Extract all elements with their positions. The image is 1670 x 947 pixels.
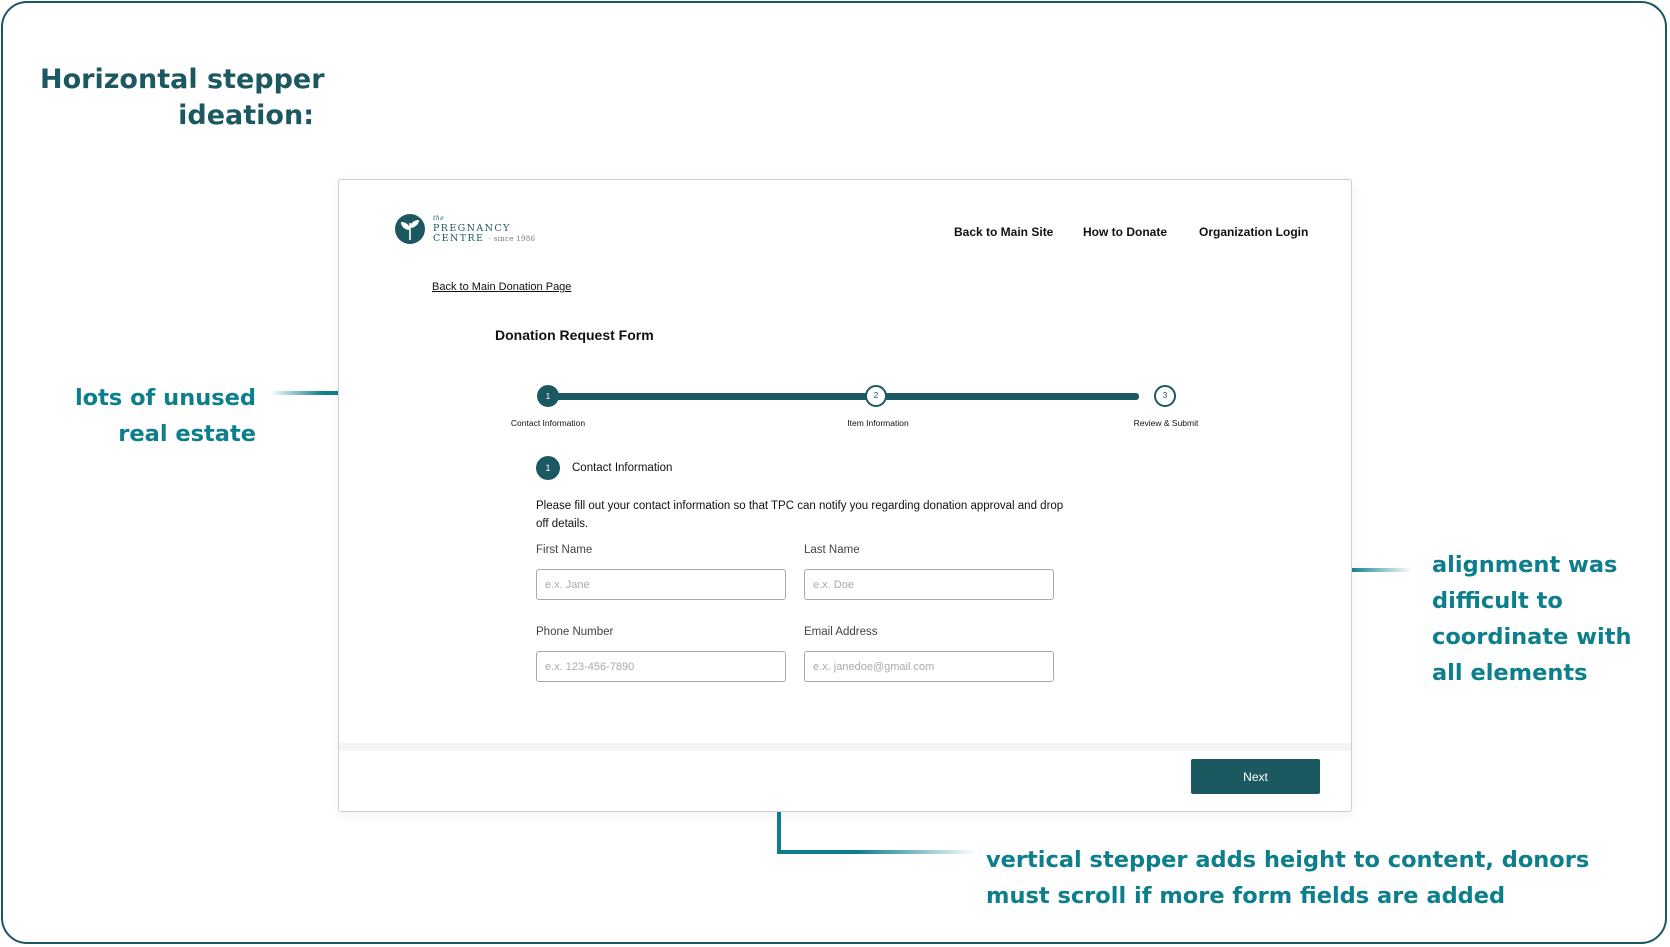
annotation-line: lots of unused xyxy=(74,385,256,411)
slide-title: Horizontal stepper ideation: xyxy=(40,62,325,134)
footer-divider xyxy=(339,743,1351,751)
step-2-indicator[interactable]: 2 xyxy=(865,385,887,407)
phone-number-label: Phone Number xyxy=(536,626,614,638)
annotation-unused-space: lots of unused real estate xyxy=(70,380,256,452)
form-mockup: the PREGNANCY CENTRE · since 1986 Back t… xyxy=(338,179,1352,812)
slide-title-line-2: ideation: xyxy=(178,100,314,131)
annotation-line: difficult to xyxy=(1432,588,1563,614)
section-title: Contact Information xyxy=(572,462,673,474)
slide-title-line-1: Horizontal stepper xyxy=(40,64,325,95)
step-1-indicator[interactable]: 1 xyxy=(537,385,559,407)
logo-text-since: · since 1986 xyxy=(488,235,536,243)
annotation-line: all elements xyxy=(1432,660,1588,686)
annotation-vertical-stepper: vertical stepper adds height to content,… xyxy=(986,842,1589,914)
last-name-label: Last Name xyxy=(804,544,860,556)
nav-organization-login[interactable]: Organization Login xyxy=(1199,225,1308,239)
annotation-line: must scroll if more form fields are adde… xyxy=(986,883,1506,909)
nav-back-to-main-site[interactable]: Back to Main Site xyxy=(954,225,1053,239)
brand-wordmark: the PREGNANCY CENTRE · since 1986 xyxy=(433,214,535,244)
annotation-line: vertical stepper adds height to content,… xyxy=(986,847,1590,873)
form-title: Donation Request Form xyxy=(495,327,654,343)
email-address-input[interactable] xyxy=(804,651,1054,682)
section-number-badge: 1 xyxy=(536,456,560,480)
annotation-line: real estate xyxy=(118,421,256,447)
annotation-alignment: alignment was difficult to coordinate wi… xyxy=(1432,547,1632,691)
first-name-input[interactable] xyxy=(536,569,786,600)
leaf-logo-icon xyxy=(395,214,425,244)
step-1-label: Contact Information xyxy=(510,418,586,428)
next-button[interactable]: Next xyxy=(1191,759,1320,794)
first-name-label: First Name xyxy=(536,544,593,556)
email-address-label: Email Address xyxy=(804,626,878,638)
back-to-donation-page-link[interactable]: Back to Main Donation Page xyxy=(432,281,571,293)
phone-number-input[interactable] xyxy=(536,651,786,682)
step-3-indicator[interactable]: 3 xyxy=(1154,385,1176,407)
step-3-label: Review & Submit xyxy=(1133,418,1199,428)
logo-text-centre: CENTRE xyxy=(433,233,485,244)
section-description: Please fill out your contact information… xyxy=(536,500,1064,530)
annotation-line: coordinate with xyxy=(1432,624,1632,650)
step-2-label: Item Information xyxy=(847,418,909,428)
stepper-track xyxy=(549,393,1139,400)
annotation-line: alignment was xyxy=(1432,552,1618,578)
last-name-input[interactable] xyxy=(804,569,1054,600)
nav-how-to-donate[interactable]: How to Donate xyxy=(1083,225,1167,239)
